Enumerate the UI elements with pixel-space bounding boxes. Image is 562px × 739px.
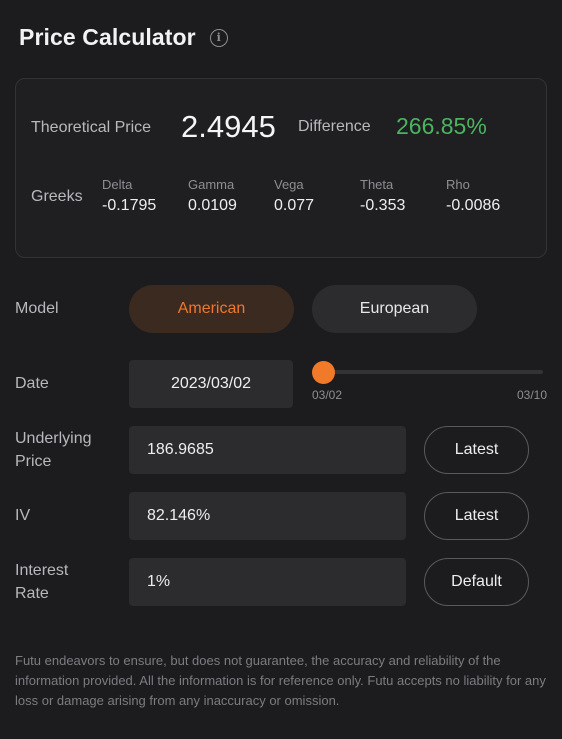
underlying-price-input[interactable]: 186.9685 bbox=[129, 426, 406, 474]
price-calculator-page: Price Calculator i Theoretical Price 2.4… bbox=[0, 0, 562, 739]
greek-value: -0.1795 bbox=[102, 197, 157, 214]
info-icon[interactable]: i bbox=[209, 28, 228, 47]
underlying-latest-button[interactable]: Latest bbox=[424, 426, 529, 474]
interest-rate-input[interactable]: 1% bbox=[129, 558, 406, 606]
interest-rate-label-line1: Interest bbox=[15, 562, 69, 579]
date-field[interactable]: 2023/03/02 bbox=[129, 360, 293, 408]
greek-gamma: Gamma 0.0109 bbox=[188, 177, 237, 215]
iv-label: IV bbox=[15, 507, 31, 524]
greek-name: Gamma bbox=[188, 177, 235, 192]
model-american-button[interactable]: American bbox=[129, 285, 294, 333]
disclaimer-text: Futu endeavors to ensure, but does not g… bbox=[15, 653, 546, 708]
greek-name: Delta bbox=[102, 177, 133, 192]
greek-value: 0.0109 bbox=[188, 197, 237, 214]
interest-default-button[interactable]: Default bbox=[424, 558, 529, 606]
page-title: Price Calculator bbox=[19, 24, 196, 50]
date-slider-thumb[interactable] bbox=[312, 361, 335, 384]
date-slider-min-label: 03/02 bbox=[312, 388, 343, 402]
greek-theta: Theta -0.353 bbox=[360, 177, 405, 215]
greek-value: 0.077 bbox=[274, 197, 315, 214]
date-label: Date bbox=[15, 375, 49, 392]
iv-input[interactable]: 82.146% bbox=[129, 492, 406, 540]
greek-rho: Rho -0.0086 bbox=[446, 177, 500, 215]
greek-delta: Delta -0.1795 bbox=[102, 177, 156, 215]
model-european-button[interactable]: European bbox=[312, 285, 477, 333]
interest-rate-label-line2: Rate bbox=[15, 585, 49, 602]
theoretical-price-label: Theoretical Price bbox=[31, 119, 152, 136]
theoretical-price-value: 2.4945 bbox=[181, 109, 276, 144]
greek-vega: Vega 0.077 bbox=[274, 177, 314, 215]
greek-value: -0.353 bbox=[360, 197, 406, 214]
difference-value: 266.85% bbox=[396, 113, 487, 139]
greek-value: -0.0086 bbox=[446, 197, 501, 214]
underlying-price-label-line2: Price bbox=[15, 453, 52, 470]
summary-card: Theoretical Price 2.4945 Difference 266.… bbox=[15, 78, 547, 258]
underlying-price-label-line1: Underlying bbox=[15, 430, 92, 447]
greek-name: Rho bbox=[446, 177, 470, 192]
iv-latest-button[interactable]: Latest bbox=[424, 492, 529, 540]
date-slider-max-label: 03/10 bbox=[516, 388, 547, 402]
greek-name: Theta bbox=[360, 177, 394, 192]
model-label: Model bbox=[15, 300, 59, 317]
greeks-label: Greeks bbox=[31, 188, 83, 205]
underlying-price-label: Underlying Price bbox=[15, 427, 91, 473]
interest-rate-label: Interest Rate bbox=[15, 559, 68, 605]
greek-name: Vega bbox=[274, 177, 304, 192]
header: Price Calculator i bbox=[19, 24, 228, 51]
difference-label: Difference bbox=[298, 118, 371, 135]
date-slider-track[interactable] bbox=[313, 370, 543, 374]
